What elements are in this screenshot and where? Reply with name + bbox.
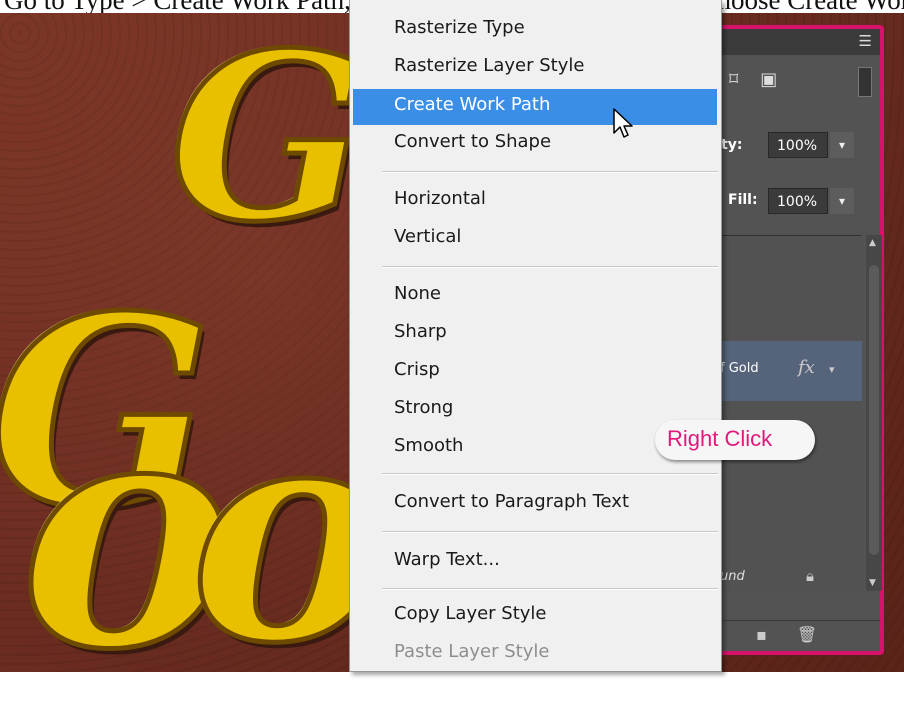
menu-item-create-work-path[interactable]: Create Work Path (353, 89, 717, 125)
gold-letter-1: G (167, 3, 368, 273)
menu-item-sharp[interactable]: Sharp (353, 319, 717, 349)
menu-separator (382, 266, 718, 268)
menu-item-label: Strong (394, 397, 454, 418)
fill-field[interactable]: 100% (768, 188, 828, 214)
menu-item-label: Copy Layer Style (394, 603, 547, 624)
menu-item-convert-to-paragraph-text[interactable]: Convert to Paragraph Text (353, 489, 717, 519)
menu-item-convert-to-shape[interactable]: Convert to Shape (353, 129, 717, 159)
menu-item-none[interactable]: None (353, 281, 717, 311)
trash-icon[interactable]: 🗑︎ (797, 625, 817, 644)
menu-item-rasterize-type[interactable]: Rasterize Type (353, 15, 717, 45)
mouse-pointer-icon (613, 108, 633, 138)
context-menu: Rasterize Type Rasterize Layer Style Cre… (349, 0, 722, 672)
menu-item-crisp[interactable]: Crisp (353, 357, 717, 387)
menu-item-warp-text[interactable]: Warp Text... (353, 547, 717, 577)
panel-action-icons: ▪ 🗑︎ (756, 625, 817, 644)
menu-item-label: Vertical (394, 226, 462, 247)
fill-label: Fill: (728, 192, 758, 208)
menu-item-label: None (394, 283, 441, 304)
opacity-field[interactable]: 100% (768, 132, 828, 158)
menu-separator (382, 588, 718, 590)
scroll-thumb[interactable] (869, 265, 879, 555)
fx-icon[interactable]: fx (798, 357, 815, 378)
fill-dropdown[interactable]: ▾ (830, 188, 854, 214)
layers-scrollbar[interactable]: ▲ ▼ (866, 235, 882, 591)
menu-item-label: Crisp (394, 359, 440, 380)
panel-menu-icon[interactable]: ☰ (859, 32, 872, 50)
shape-filter-icon[interactable]: ⌑ (729, 69, 738, 90)
menu-item-label: Warp Text... (394, 549, 500, 570)
menu-item-paste-layer-style: Paste Layer Style (353, 639, 717, 669)
menu-separator (382, 473, 718, 475)
menu-item-strong[interactable]: Strong (353, 395, 717, 425)
scroll-up-icon[interactable]: ▲ (869, 238, 876, 248)
scroll-down-icon[interactable]: ▼ (869, 578, 876, 588)
menu-separator (382, 171, 718, 173)
layer-name: f Gold (720, 361, 759, 376)
new-layer-icon[interactable]: ▪ (756, 625, 767, 644)
menu-item-label: Convert to Paragraph Text (394, 491, 630, 512)
menu-item-rasterize-layer-style[interactable]: Rasterize Layer Style (353, 53, 717, 83)
menu-item-label: Paste Layer Style (394, 641, 550, 662)
menu-item-label: Sharp (394, 321, 447, 342)
background-layer-name: und (720, 569, 745, 584)
callout-text: Right Click (667, 426, 773, 451)
menu-item-label: Horizontal (394, 188, 486, 209)
opacity-dropdown[interactable]: ▾ (830, 132, 854, 158)
lock-icon: 🔒︎ (806, 567, 814, 585)
menu-item-label: Create Work Path (394, 94, 551, 115)
menu-item-label: Smooth (394, 435, 464, 456)
menu-item-vertical[interactable]: Vertical (353, 224, 717, 254)
expand-effects-icon[interactable]: ▾ (829, 363, 835, 376)
filter-toggle[interactable] (858, 67, 872, 97)
menu-item-label: Convert to Shape (394, 131, 552, 152)
smart-object-filter-icon[interactable]: ▣ (760, 69, 777, 90)
menu-item-label: Rasterize Layer Style (394, 55, 585, 76)
right-click-callout: Right Click (655, 420, 815, 460)
menu-item-label: Rasterize Type (394, 17, 525, 38)
menu-item-copy-layer-style[interactable]: Copy Layer Style (353, 601, 717, 631)
menu-separator (382, 531, 718, 533)
menu-item-horizontal[interactable]: Horizontal (353, 186, 717, 216)
